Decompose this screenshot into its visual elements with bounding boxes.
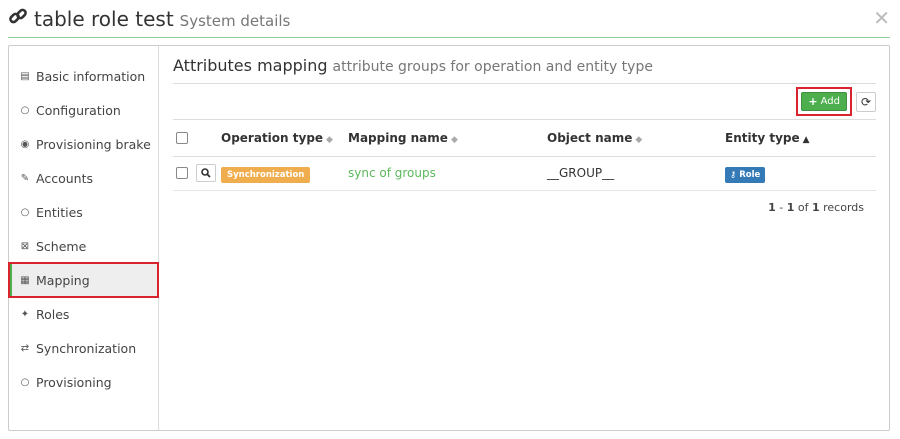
sidebar-item-synchronization[interactable]: ⇄ Synchronization <box>9 331 158 365</box>
table-header-row: Operation type ◆ Mapping name ◆ Object nam… <box>173 120 876 157</box>
search-icon <box>201 168 211 178</box>
row-checkbox[interactable] <box>176 167 188 179</box>
plus-icon: + <box>808 95 818 108</box>
link-icon <box>8 6 28 31</box>
sort-icon: ▲ <box>802 134 810 145</box>
list-alt-icon: ▤ <box>20 70 30 82</box>
sidebar-item-basic-information[interactable]: ▤ Basic information <box>9 59 158 93</box>
sidebar-item-entities[interactable]: ○ Entities <box>9 195 158 229</box>
wrench-icon: ✦ <box>20 308 30 320</box>
refresh-icon: ⟳ <box>860 94 872 109</box>
entity-type-badge[interactable]: ⚷ Role <box>725 167 766 183</box>
operation-type-cell: Synchronization <box>221 156 348 191</box>
section-title: Attributes mapping <box>173 56 328 75</box>
pager-total: 1 <box>811 200 820 214</box>
sidebar-item-label: Accounts <box>36 170 93 186</box>
entity-type-cell: ⚷ Role <box>725 156 876 191</box>
object-name-header[interactable]: Object name ◆ <box>547 120 725 157</box>
main-content: Attributes mapping attribute groups for … <box>160 46 889 430</box>
circle-icon: ○ <box>20 376 30 388</box>
pagination-info: 1 - 1 of 1 records <box>768 200 864 214</box>
mapping-name-header[interactable]: Mapping name ◆ <box>348 120 547 157</box>
section-subtitle: attribute groups for operation and entit… <box>332 59 653 75</box>
sidebar-item-accounts[interactable]: ✎ Accounts <box>9 161 158 195</box>
table-icon: ▦ <box>20 274 30 286</box>
table-row[interactable]: Synchronization sync of groups __GROUP__… <box>173 156 876 191</box>
system-title: table role test <box>34 7 174 31</box>
close-icon[interactable]: ✕ <box>873 6 890 30</box>
header-label: Object name <box>547 130 633 145</box>
scheme-icon: ⊠ <box>20 240 30 252</box>
header-label: Entity type <box>725 130 800 145</box>
pager-from: 1 <box>768 200 776 214</box>
sidebar-item-label: Roles <box>36 306 70 322</box>
system-subtitle: System details <box>179 12 291 30</box>
sidebar-item-label: Configuration <box>36 102 121 118</box>
sort-icon: ◆ <box>326 134 333 145</box>
header-divider <box>8 37 890 38</box>
sort-icon: ◆ <box>450 134 458 145</box>
refresh-button[interactable]: ⟳ <box>856 91 876 112</box>
select-all-header <box>173 120 221 157</box>
mapping-name-cell: sync of groups <box>348 156 547 191</box>
sidebar-item-label: Scheme <box>36 238 87 254</box>
edit-icon: ✎ <box>20 172 30 184</box>
select-all-checkbox[interactable] <box>176 132 188 145</box>
pager-of: of <box>797 200 809 214</box>
circle-icon: ○ <box>20 206 30 218</box>
sidebar-item-label: Basic information <box>36 68 146 84</box>
operation-type-badge: Synchronization <box>221 167 311 183</box>
detail-button[interactable] <box>195 164 216 182</box>
operation-type-header[interactable]: Operation type ◆ <box>221 120 348 157</box>
section-header: Attributes mapping attribute groups for … <box>173 56 876 84</box>
circle-icon: ○ <box>20 104 30 116</box>
sidebar-item-scheme[interactable]: ⊠ Scheme <box>9 229 158 263</box>
add-button-label: Add <box>820 96 840 107</box>
sidebar-item-configuration[interactable]: ○ Configuration <box>9 93 158 127</box>
header-label: Operation type <box>221 130 324 145</box>
transfer-icon: ⇄ <box>20 342 30 354</box>
sidebar-item-label: Synchronization <box>36 340 137 356</box>
key-icon: ⚷ <box>730 170 737 180</box>
sidebar-item-label: Provisioning brake <box>36 136 151 152</box>
sidebar-item-provisioning[interactable]: ○ Provisioning <box>9 365 158 399</box>
object-name-cell: __GROUP__ <box>547 156 725 191</box>
pager-records: records <box>823 200 864 214</box>
sidebar-item-roles[interactable]: ✦ Roles <box>9 297 158 331</box>
sidebar-item-label: Mapping <box>36 272 90 288</box>
entity-type-header[interactable]: Entity type ▲ <box>725 120 876 157</box>
mapping-name-link[interactable]: sync of groups <box>348 166 436 180</box>
add-button-highlight: + Add <box>796 87 852 116</box>
sidebar: ▤ Basic information ○ Configuration ◉ Pr… <box>8 46 159 430</box>
sidebar-item-mapping[interactable]: ▦ Mapping <box>8 262 159 298</box>
modal-header: table role test System details <box>8 6 900 34</box>
sidebar-item-provisioning-brake[interactable]: ◉ Provisioning brake <box>9 127 158 161</box>
add-button[interactable]: + Add <box>801 92 847 111</box>
detail-panel: ▤ Basic information ○ Configuration ◉ Pr… <box>8 45 890 431</box>
toolbar: + Add ⟳ <box>173 84 876 120</box>
sort-icon: ◆ <box>635 134 643 145</box>
sidebar-item-label: Provisioning <box>36 374 112 390</box>
header-label: Mapping name <box>348 130 448 145</box>
mapping-table: Operation type ◆ Mapping name ◆ Object nam… <box>173 120 876 191</box>
pager-to: 1 <box>786 200 795 214</box>
row-actions <box>173 156 221 191</box>
entity-type-label: Role <box>739 170 761 180</box>
record-icon: ◉ <box>20 138 30 150</box>
sidebar-item-label: Entities <box>36 204 83 220</box>
